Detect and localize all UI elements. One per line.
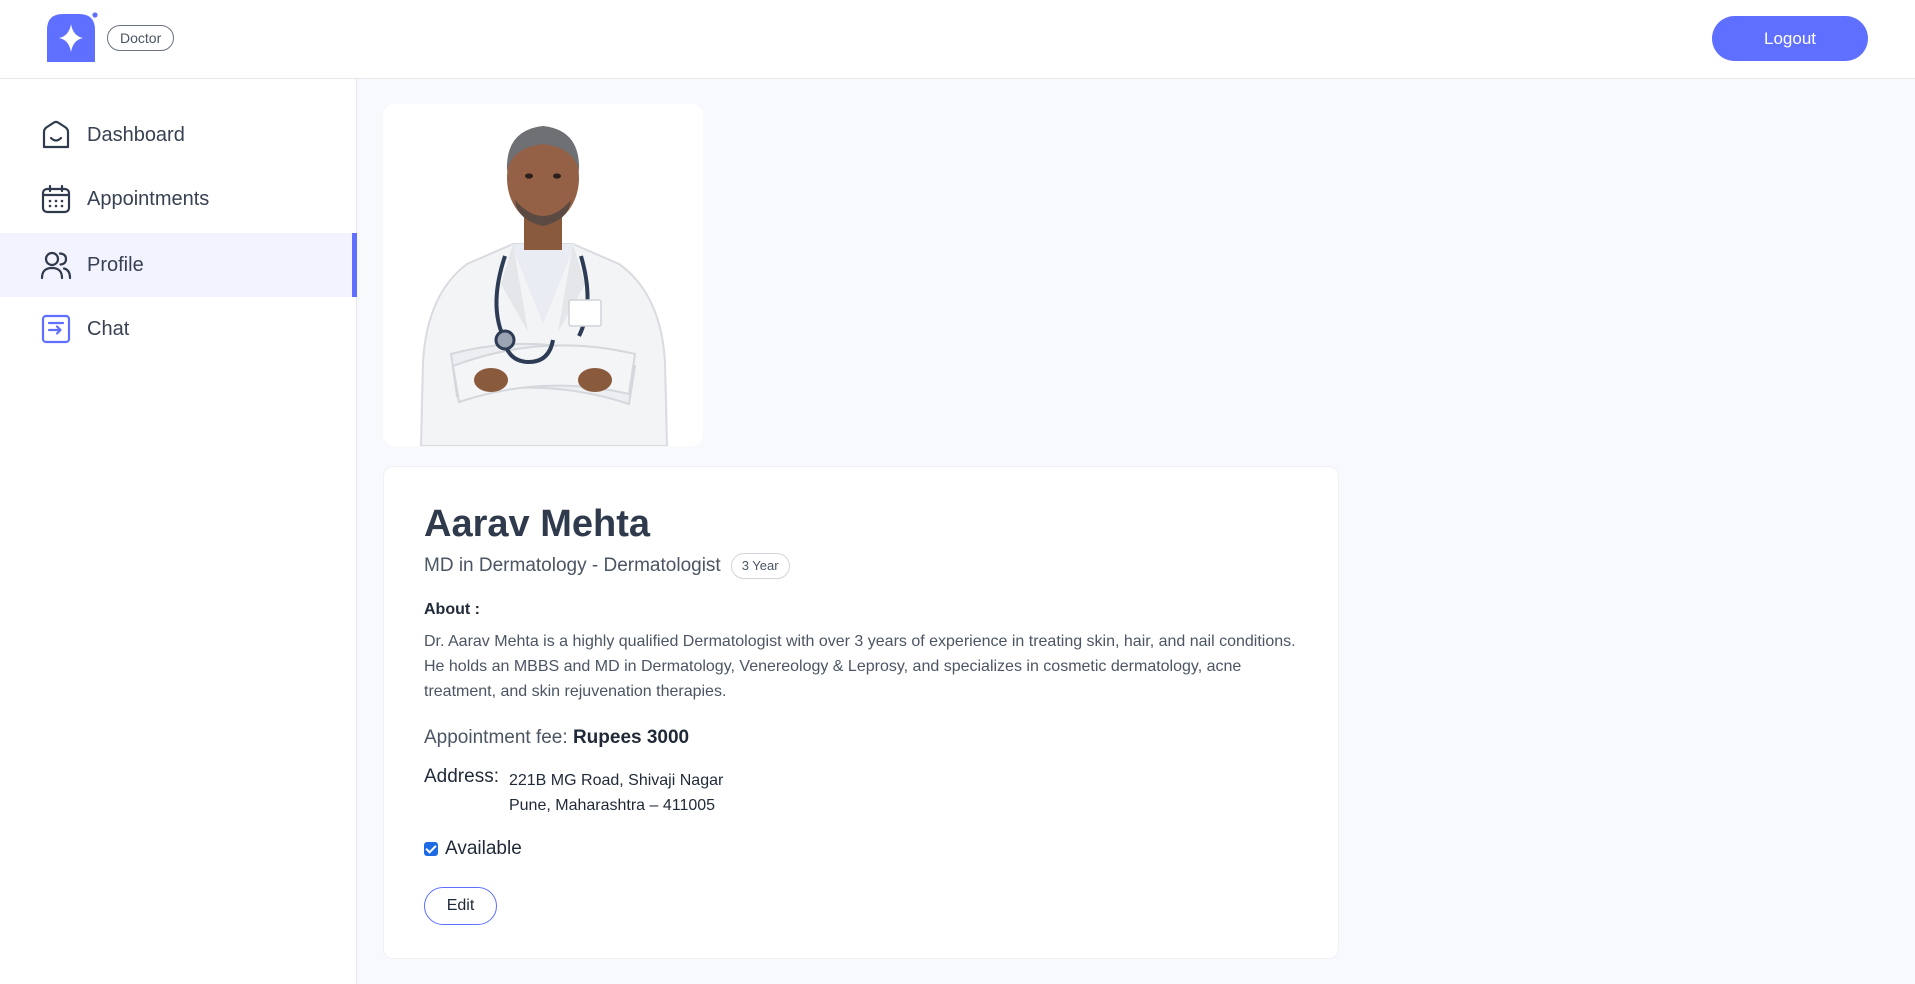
- people-icon: [40, 251, 72, 280]
- degree-row: MD in Dermatology - Dermatologist 3 Year: [424, 553, 790, 579]
- available-label: Available: [445, 838, 522, 859]
- app-logo-icon[interactable]: [45, 12, 101, 64]
- address-row: Address: 221B MG Road, Shivaji Nagar Pun…: [424, 766, 723, 818]
- experience-badge: 3 Year: [730, 553, 790, 579]
- edit-button[interactable]: Edit: [424, 887, 497, 925]
- address-label: Address:: [424, 766, 499, 787]
- about-label: About :: [424, 601, 480, 618]
- doctor-portrait-illustration: [383, 104, 703, 446]
- availability-row: Available: [424, 838, 522, 860]
- fee-label: Appointment fee:: [424, 727, 568, 748]
- logout-button[interactable]: Logout: [1712, 16, 1868, 61]
- sidebar-item-label: Chat: [87, 317, 130, 340]
- sidebar-item-label: Dashboard: [87, 123, 185, 146]
- appointment-fee: Appointment fee: Rupees 3000: [424, 727, 689, 749]
- calendar-icon: [41, 184, 71, 214]
- available-checkbox[interactable]: [424, 842, 438, 856]
- sidebar: Dashboard Appointments Profile Chat: [0, 79, 357, 984]
- sidebar-item-appointments[interactable]: Appointments: [0, 167, 357, 231]
- sidebar-item-profile[interactable]: Profile: [0, 233, 357, 297]
- fee-value: Rupees 3000: [572, 727, 690, 748]
- address-line-1: 221B MG Road, Shivaji Nagar: [508, 772, 724, 789]
- doctor-photo: [383, 104, 703, 446]
- address-value: 221B MG Road, Shivaji Nagar Pune, Mahara…: [509, 768, 723, 818]
- doctor-name: Aarav Mehta: [424, 503, 650, 545]
- role-badge: Doctor: [107, 25, 175, 51]
- home-icon: [42, 120, 70, 149]
- top-navbar: Doctor Logout: [0, 0, 1915, 79]
- chat-icon: [41, 314, 71, 344]
- sidebar-item-label: Appointments: [87, 187, 210, 210]
- about-text: Dr. Aarav Mehta is a highly qualified De…: [424, 633, 1296, 700]
- sidebar-item-dashboard[interactable]: Dashboard: [0, 103, 357, 167]
- sidebar-item-chat[interactable]: Chat: [0, 297, 357, 361]
- doctor-info-card: Aarav Mehta MD in Dermatology - Dermatol…: [383, 466, 1339, 959]
- address-line-2: Pune, Maharashtra – 411005: [508, 797, 716, 814]
- sidebar-item-label: Profile: [87, 253, 144, 276]
- doctor-degree: MD in Dermatology - Dermatologist: [424, 555, 721, 576]
